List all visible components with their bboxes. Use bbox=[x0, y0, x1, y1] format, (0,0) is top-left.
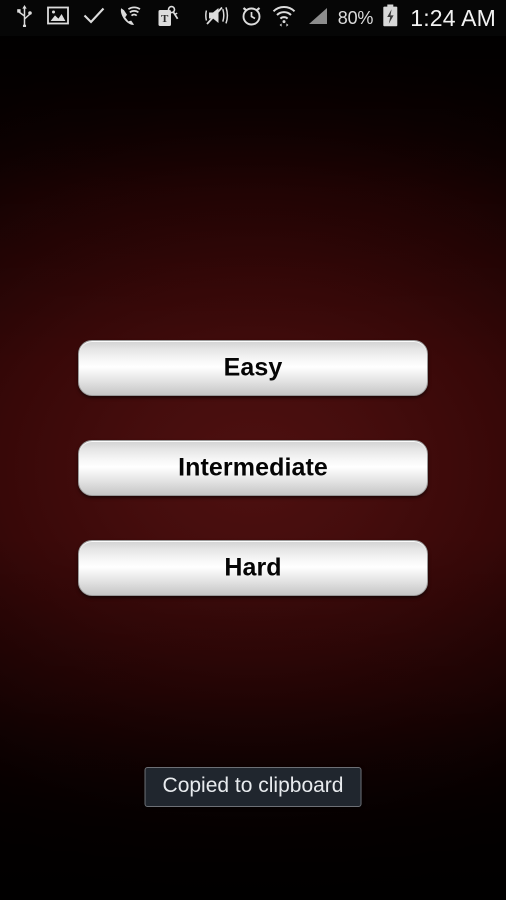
status-bar-left-icons: T bbox=[0, 4, 179, 32]
easy-button-label: Easy bbox=[223, 353, 283, 382]
battery-percent-label: 80% bbox=[337, 8, 374, 28]
intermediate-button-label: Intermediate bbox=[178, 453, 328, 482]
screenshot-image-icon bbox=[47, 6, 69, 30]
status-bar-right-icons: 80% 1:24 AM bbox=[204, 4, 506, 32]
toast-message: Copied to clipboard bbox=[162, 774, 344, 797]
easy-button[interactable]: Easy bbox=[78, 340, 428, 396]
intermediate-button[interactable]: Intermediate bbox=[78, 440, 428, 496]
status-bar-clock: 1:24 AM bbox=[410, 4, 496, 31]
battery-charging-icon bbox=[382, 4, 399, 32]
vibrate-mute-icon bbox=[204, 5, 231, 31]
tmobile-tag-icon: T bbox=[157, 5, 179, 32]
hard-button[interactable]: Hard bbox=[78, 540, 428, 596]
cellular-signal-icon bbox=[305, 6, 329, 31]
difficulty-button-group: Easy Intermediate Hard bbox=[78, 340, 428, 596]
wifi-calling-icon bbox=[119, 5, 143, 31]
app-screen: T 80% 1:24 AM Easy Intermediate Hard Cop… bbox=[0, 0, 506, 900]
hard-button-label: Hard bbox=[224, 553, 282, 582]
checkmark-icon bbox=[83, 6, 105, 30]
toast-notification: Copied to clipboard bbox=[144, 767, 362, 808]
usb-icon bbox=[16, 4, 33, 32]
alarm-clock-icon bbox=[240, 4, 263, 32]
svg-text:T: T bbox=[161, 13, 169, 25]
wifi-icon bbox=[272, 5, 296, 32]
status-bar[interactable]: T 80% 1:24 AM bbox=[0, 0, 506, 36]
